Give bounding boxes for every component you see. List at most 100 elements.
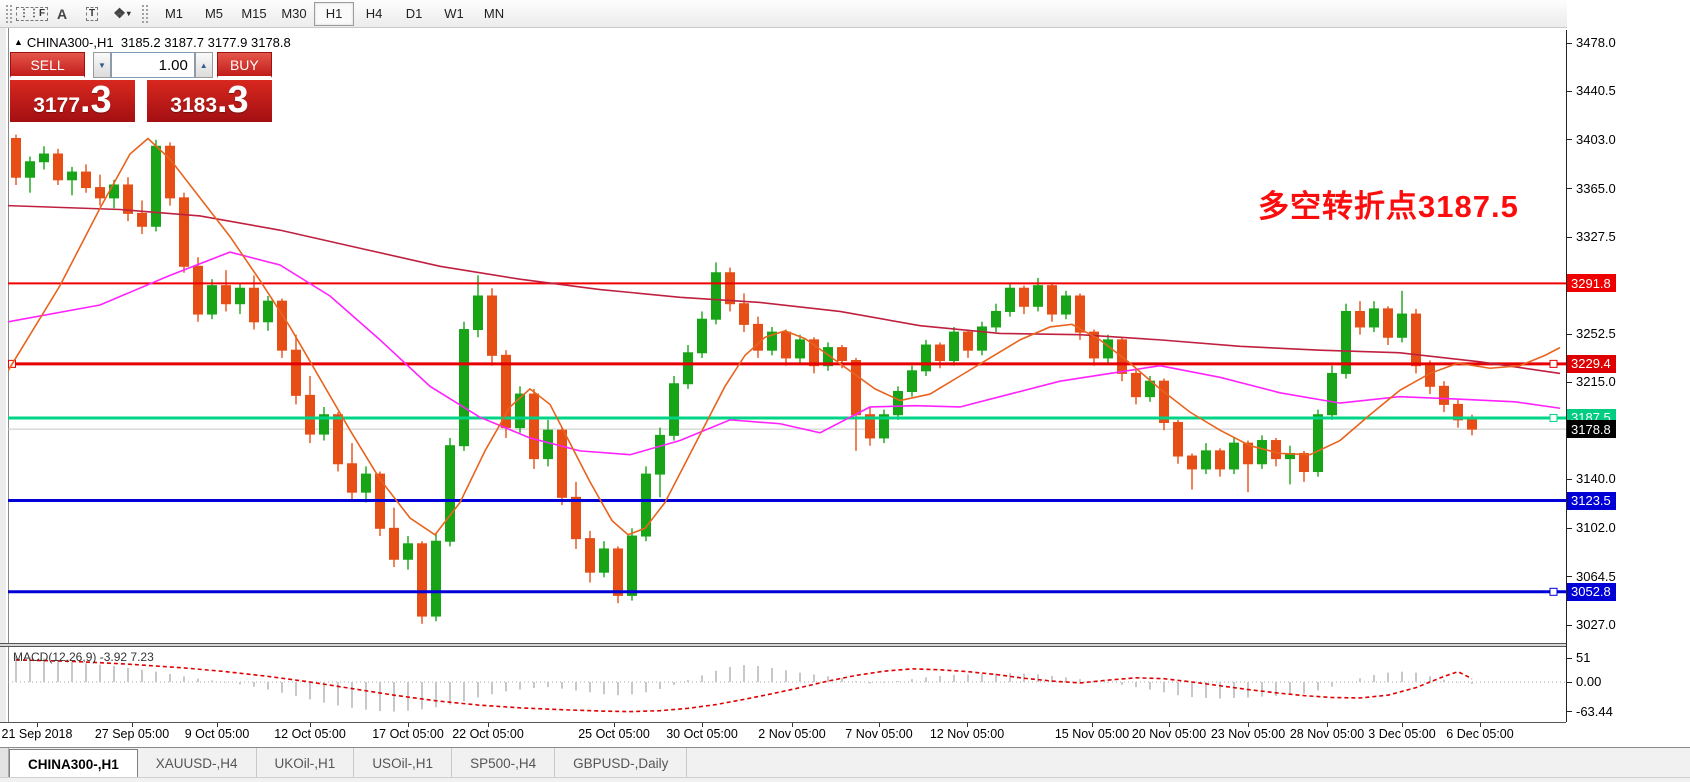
time-tick-label: 20 Nov 05:00 bbox=[1132, 727, 1206, 741]
candle bbox=[852, 358, 861, 451]
candle bbox=[1006, 283, 1015, 317]
text-a-icon[interactable]: A bbox=[48, 1, 76, 27]
candle bbox=[1314, 410, 1323, 477]
timeframe-button-mn[interactable]: MN bbox=[474, 2, 514, 26]
candle bbox=[180, 193, 189, 273]
candle bbox=[572, 482, 581, 549]
chevron-down-icon[interactable]: ▾ bbox=[127, 9, 131, 18]
candle bbox=[208, 279, 217, 319]
price-chart[interactable] bbox=[8, 30, 1566, 643]
timeframe-button-m1[interactable]: M1 bbox=[154, 2, 194, 26]
candle bbox=[880, 410, 889, 444]
time-tick-label: 30 Oct 05:00 bbox=[666, 727, 738, 741]
candle bbox=[628, 528, 637, 600]
price-tick bbox=[1567, 43, 1572, 44]
candle bbox=[1356, 301, 1365, 335]
candle bbox=[1048, 283, 1057, 322]
timeframe-button-d1[interactable]: D1 bbox=[394, 2, 434, 26]
candle bbox=[614, 546, 623, 603]
candle bbox=[1286, 446, 1295, 485]
toolbar: ⋮⋮F A T ❖▾ M1M5M15M30H1H4D1W1MN bbox=[0, 0, 1690, 28]
text-label-icon[interactable]: T bbox=[78, 1, 106, 27]
macd-pane[interactable] bbox=[8, 647, 1566, 722]
price-tick-label: 3403.0 bbox=[1576, 132, 1616, 147]
candle bbox=[978, 322, 987, 356]
candle bbox=[12, 135, 21, 185]
candle bbox=[796, 335, 805, 363]
candle bbox=[768, 327, 777, 355]
price-tick bbox=[1567, 237, 1572, 238]
timeframe-button-h1[interactable]: H1 bbox=[314, 2, 354, 26]
timeframe-button-w1[interactable]: W1 bbox=[434, 2, 474, 26]
text-label-glyph: T bbox=[86, 7, 98, 21]
time-tick-label: 28 Nov 05:00 bbox=[1290, 727, 1364, 741]
tab-scroll-handle[interactable] bbox=[0, 748, 9, 778]
time-tick-label: 12 Oct 05:00 bbox=[274, 727, 346, 741]
time-tick-label: 3 Dec 05:00 bbox=[1368, 727, 1435, 741]
line-handle[interactable] bbox=[1550, 414, 1557, 421]
candle bbox=[586, 531, 595, 583]
price-axis[interactable]: 3478.03440.53403.03365.03327.53252.53215… bbox=[1567, 0, 1690, 782]
toolbar-drag-handle[interactable] bbox=[5, 4, 13, 24]
candle bbox=[222, 270, 231, 311]
line-handle[interactable] bbox=[1550, 360, 1557, 367]
price-tick-label: 3365.0 bbox=[1576, 181, 1616, 196]
candle bbox=[1440, 381, 1449, 412]
chart-tab-ukoil-h1[interactable]: UKOil-,H1 bbox=[257, 748, 355, 778]
time-tick-label: 6 Dec 05:00 bbox=[1446, 727, 1513, 741]
candle bbox=[1244, 441, 1253, 493]
candle bbox=[264, 296, 273, 331]
price-level-flag: 3123.5 bbox=[1567, 492, 1616, 510]
candle bbox=[26, 157, 35, 193]
arrows-icon[interactable]: ❖▾ bbox=[108, 1, 136, 27]
grid-f-icon[interactable]: ⋮⋮F bbox=[18, 1, 46, 27]
price-tick bbox=[1567, 139, 1572, 140]
candle bbox=[964, 330, 973, 358]
chart-tab-xauusd-h4[interactable]: XAUUSD-,H4 bbox=[138, 748, 257, 778]
line-handle[interactable] bbox=[1550, 588, 1557, 595]
terminal-window: ⋮⋮F A T ❖▾ M1M5M15M30H1H4D1W1MN ▲CHINA30… bbox=[0, 0, 1690, 782]
time-tick-label: 2 Nov 05:00 bbox=[758, 727, 825, 741]
time-tick-label: 25 Oct 05:00 bbox=[578, 727, 650, 741]
candle bbox=[1202, 443, 1211, 474]
candle bbox=[194, 257, 203, 322]
timeframe-button-m5[interactable]: M5 bbox=[194, 2, 234, 26]
timeframe-button-m15[interactable]: M15 bbox=[234, 2, 274, 26]
chart-tab-sp500-h4[interactable]: SP500-,H4 bbox=[452, 748, 555, 778]
arrows-glyph: ❖ bbox=[113, 5, 126, 22]
candle bbox=[320, 407, 329, 441]
time-axis[interactable]: 21 Sep 201827 Sep 05:009 Oct 05:0012 Oct… bbox=[0, 723, 1566, 747]
macd-axis-label: 51 bbox=[1576, 650, 1590, 665]
candle bbox=[992, 304, 1001, 332]
price-tick bbox=[1567, 528, 1572, 529]
chart-tab-gbpusd-daily[interactable]: GBPUSD-,Daily bbox=[555, 748, 687, 778]
candle bbox=[1132, 368, 1141, 404]
price-level-flag: 3291.8 bbox=[1567, 274, 1616, 292]
time-tick-label: 17 Oct 05:00 bbox=[372, 727, 444, 741]
price-level-flag: 3052.8 bbox=[1567, 583, 1616, 601]
candle bbox=[950, 327, 959, 366]
macd-axis-label: 0.00 bbox=[1576, 674, 1601, 689]
timeframe-drag-handle[interactable] bbox=[141, 4, 149, 24]
candle bbox=[1216, 448, 1225, 476]
candle bbox=[68, 167, 77, 195]
chart-tab-usoil-h1[interactable]: USOil-,H1 bbox=[354, 748, 452, 778]
timeframe-button-h4[interactable]: H4 bbox=[354, 2, 394, 26]
price-tick-label: 3027.0 bbox=[1576, 617, 1616, 632]
price-tick bbox=[1567, 576, 1572, 577]
candle bbox=[1174, 420, 1183, 464]
price-tick-label: 3102.0 bbox=[1576, 520, 1616, 535]
time-tick-label: 12 Nov 05:00 bbox=[930, 727, 1004, 741]
candle bbox=[656, 428, 665, 498]
candle bbox=[460, 322, 469, 451]
candle bbox=[54, 149, 63, 185]
time-tick-label: 15 Nov 05:00 bbox=[1055, 727, 1129, 741]
price-tick-label: 3440.5 bbox=[1576, 83, 1616, 98]
candle bbox=[1398, 291, 1407, 343]
candle bbox=[1454, 399, 1463, 427]
chart-tab-china300-h1[interactable]: CHINA300-,H1 bbox=[9, 749, 138, 778]
candle bbox=[908, 366, 917, 397]
timeframe-button-m30[interactable]: M30 bbox=[274, 2, 314, 26]
time-tick-label: 27 Sep 05:00 bbox=[95, 727, 169, 741]
macd-name: MACD(12,26,9) bbox=[13, 650, 96, 664]
